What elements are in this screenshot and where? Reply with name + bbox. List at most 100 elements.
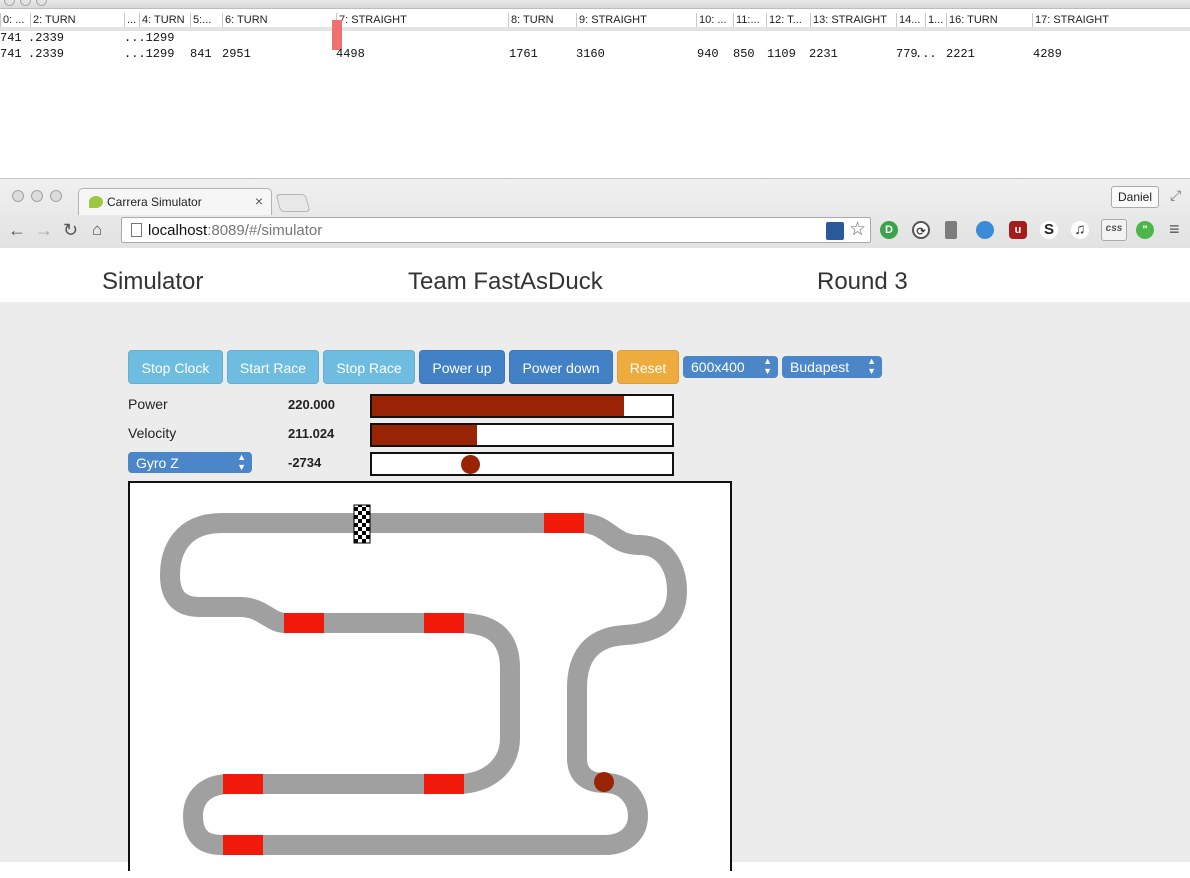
segment-header-cell: 12: T... xyxy=(766,13,810,27)
track-path xyxy=(160,513,687,855)
track-select[interactable]: Budapest ▲ ▼ xyxy=(782,356,882,378)
forward-icon[interactable]: → xyxy=(35,220,53,240)
car-marker xyxy=(594,772,614,792)
extension-globe-icon[interactable] xyxy=(976,221,994,239)
back-icon[interactable]: ← xyxy=(8,220,26,240)
segment-time-cell: 850 xyxy=(733,47,755,61)
segment-header-cell: 1... xyxy=(925,13,946,27)
window-close-icon[interactable] xyxy=(4,0,15,6)
segment-time-cell: .2339 xyxy=(28,31,65,45)
power-up-button[interactable]: Power up xyxy=(419,350,505,384)
window-minimize-icon[interactable] xyxy=(20,0,31,6)
minimize-window-icon[interactable] xyxy=(31,190,43,202)
menu-icon[interactable]: ≡ xyxy=(1169,219,1180,239)
tab-close-icon[interactable]: × xyxy=(255,193,263,209)
close-window-icon[interactable] xyxy=(12,190,24,202)
url-text[interactable]: localhost:8089/#/simulator xyxy=(148,222,322,239)
segment-time-cell: 4498 xyxy=(336,47,365,61)
segment-time-cell: ...1299 xyxy=(124,31,175,45)
track-red-segment xyxy=(424,613,464,633)
segment-time-cell: 2951 xyxy=(222,47,251,61)
velocity-bar xyxy=(370,423,674,447)
extension-shield-icon[interactable]: u xyxy=(1009,221,1027,239)
extension-sync-icon[interactable]: ⟳ xyxy=(912,221,930,239)
fullscreen-icon[interactable]: ⤢ xyxy=(1170,187,1181,204)
sensor-select[interactable]: Gyro Z ▲ ▼ xyxy=(128,452,252,473)
start-race-button[interactable]: Start Race xyxy=(227,350,319,384)
segment-time-cell: 2231 xyxy=(809,47,838,61)
resolution-select[interactable]: 600x400 ▲ ▼ xyxy=(683,356,778,378)
zoom-window-icon[interactable] xyxy=(50,190,62,202)
segment-time-cell: ... xyxy=(915,47,937,61)
segment-time-cell: 741 xyxy=(0,31,22,45)
background-window-titlebar xyxy=(0,0,1190,9)
select-arrows-icon: ▲ ▼ xyxy=(867,356,876,376)
segment-header-row: 0: ... 2: TURN... 4: TURN 5:... 6: TURN 7: ST… xyxy=(0,13,1190,27)
sensor-select-value: Gyro Z xyxy=(136,455,179,471)
segment-header-cell: 14... xyxy=(896,13,925,27)
segment-header-cell: 8: TURN xyxy=(508,13,576,27)
select-arrows-icon: ▲ ▼ xyxy=(237,452,246,472)
segment-time-cell: 940 xyxy=(697,47,719,61)
bookmark-star-icon[interactable]: ☆ xyxy=(849,218,866,241)
window-zoom-icon[interactable] xyxy=(36,0,47,6)
tab-title: Carrera Simulator xyxy=(107,195,202,209)
power-down-button[interactable]: Power down xyxy=(509,350,613,384)
segment-header-cell: 16: TURN xyxy=(946,13,1032,27)
simulator-page: Simulator Team FastAsDuck Round 3 Stop C… xyxy=(0,248,1190,871)
start-finish-line xyxy=(353,504,371,544)
reload-icon[interactable]: ↻ xyxy=(63,220,78,240)
segment-time-cell: 841 xyxy=(190,47,212,61)
segment-header-cell: 13: STRAIGHT xyxy=(810,13,896,27)
page-extension-icon[interactable] xyxy=(826,222,844,240)
segment-times-row-1: 741 .2339 ...1299 xyxy=(0,31,1190,45)
extension-css-icon[interactable]: css xyxy=(1101,219,1127,241)
home-icon[interactable]: ⌂ xyxy=(92,220,102,240)
power-label: Power xyxy=(128,396,168,412)
segment-header-cell: 5:... xyxy=(190,13,222,27)
browser-tab[interactable]: Carrera Simulator × xyxy=(78,188,272,215)
sensor-value: -2734 xyxy=(288,455,322,470)
track-red-segment xyxy=(424,774,464,794)
url-host: localhost xyxy=(148,222,208,239)
segment-header-cell: 11:... xyxy=(733,13,766,27)
track-red-segment xyxy=(223,774,263,794)
segment-time-cell: 3160 xyxy=(576,47,605,61)
segment-header-cell: 17: STRAIGHT xyxy=(1032,13,1190,27)
segment-time-cell: ...1299 xyxy=(124,47,175,61)
extension-s-icon[interactable]: S xyxy=(1040,221,1058,239)
new-tab-button[interactable] xyxy=(275,194,311,212)
stop-clock-button[interactable]: Stop Clock xyxy=(128,350,223,384)
segment-time-cell: .2339 xyxy=(28,47,65,61)
reset-button[interactable]: Reset xyxy=(617,350,679,384)
segment-time-cell: 2221 xyxy=(946,47,975,61)
url-path: :8089/#/simulator xyxy=(207,222,323,239)
segment-header-cell: 6: TURN xyxy=(222,13,336,27)
segment-times-row-2: 741 .2339 ...1299 841 2951 4498 1761 3160 940 850… xyxy=(0,47,1190,61)
sensor-indicator-dot xyxy=(461,455,480,474)
velocity-bar-fill xyxy=(372,425,477,445)
stop-race-button[interactable]: Stop Race xyxy=(323,350,415,384)
data-strip: 0: ... 2: TURN... 4: TURN 5:... 6: TURN 7: ST… xyxy=(0,0,1190,178)
track-red-segment xyxy=(284,613,324,633)
velocity-label: Velocity xyxy=(128,425,177,441)
extension-chat-icon[interactable]: " xyxy=(1136,221,1154,239)
resolution-value: 600x400 xyxy=(691,359,745,375)
profile-button[interactable]: Daniel xyxy=(1111,186,1159,208)
segment-header-cell: ... xyxy=(124,13,139,27)
page-title: Simulator xyxy=(102,268,204,295)
extension-green-icon[interactable]: D xyxy=(880,221,898,239)
sensor-bar xyxy=(370,452,674,476)
track-map xyxy=(160,504,687,855)
segment-time-cell: 1109 xyxy=(767,47,796,61)
segment-header-cell: 7: STRAIGHT xyxy=(336,13,508,27)
address-bar[interactable]: localhost:8089/#/simulator ☆ xyxy=(121,217,871,243)
track-canvas xyxy=(128,481,732,871)
browser-chrome: Carrera Simulator × Daniel ⤢ ← → ↻ ⌂ loc… xyxy=(0,178,1190,248)
track-value: Budapest xyxy=(790,359,850,375)
extension-grid-icon[interactable] xyxy=(945,221,957,239)
page-header: Simulator Team FastAsDuck Round 3 xyxy=(0,248,1190,302)
segment-header-cell: 2: TURN xyxy=(30,13,124,27)
extension-music-icon[interactable]: ♫ xyxy=(1071,221,1089,239)
leaf-favicon-icon xyxy=(89,196,103,208)
